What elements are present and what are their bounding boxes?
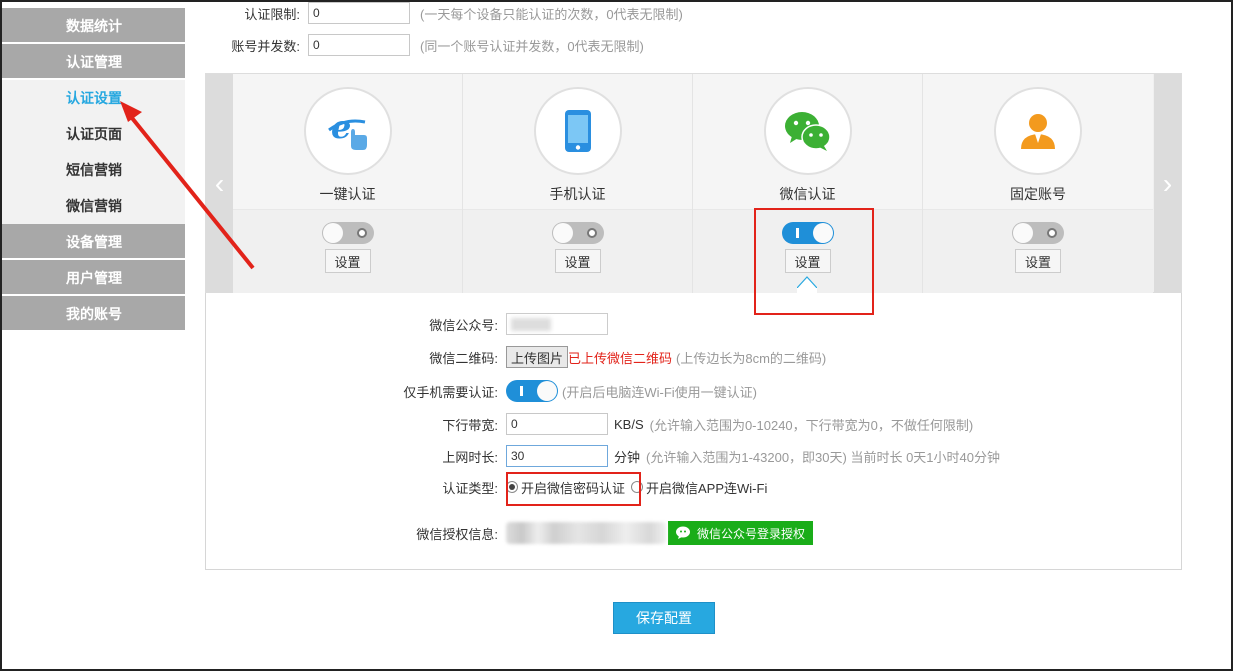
sidebar: 数据统计 认证管理 认证设置 认证页面 短信营销 微信营销 设备管理 用户管理 … — [2, 8, 185, 332]
auth-limit-hint: (一天每个设备只能认证的次数，0代表无限制) — [420, 6, 683, 22]
phone-icon — [533, 87, 622, 175]
sidebar-item-sms-marketing[interactable]: 短信营销 — [2, 152, 185, 188]
official-account-input[interactable] — [506, 313, 608, 335]
sidebar-item-auth-settings[interactable]: 认证设置 — [2, 80, 185, 116]
carousel-prev-button[interactable]: ‹ — [206, 74, 233, 293]
wechat-toggle[interactable] — [781, 222, 834, 244]
card-title-one-click: 一键认证 — [319, 186, 376, 202]
online-time-row: 上网时长: 分钟 (允许输入范围为1-43200，即30天) 当前时长 0天1小… — [206, 444, 1000, 468]
concurrency-input[interactable] — [308, 34, 410, 56]
authorization-info — [506, 522, 666, 544]
wechat-icon-small — [676, 526, 690, 539]
auth-limit-row: 认证限制: (一天每个设备只能认证的次数，0代表无限制) — [200, 1, 683, 25]
one-click-settings-button[interactable]: 设置 — [324, 249, 371, 273]
selected-caret-icon — [797, 276, 817, 293]
bandwidth-unit: KB/S — [614, 416, 644, 432]
mobile-only-hint: (开启后电脑连Wi-Fi使用一键认证) — [562, 384, 757, 400]
online-time-unit: 分钟 — [614, 449, 641, 465]
card-title-wechat: 微信认证 — [779, 186, 836, 202]
fixed-account-toggle[interactable] — [1012, 222, 1064, 244]
auth-type-option-password[interactable]: 开启微信密码认证 — [506, 478, 625, 497]
auth-type-label: 认证类型: — [442, 480, 498, 496]
auth-card-phone: 手机认证 设置 — [463, 74, 693, 293]
wechat-login-authorize-button[interactable]: 微信公众号登录授权 — [668, 521, 814, 545]
auth-card-one-click: e 一键认证 设置 — [233, 74, 463, 293]
mobile-only-toggle[interactable] — [506, 380, 558, 402]
nav-group-account[interactable]: 我的账号 — [2, 296, 185, 332]
one-click-toggle[interactable] — [321, 222, 374, 244]
carousel-next-button[interactable]: › — [1154, 74, 1181, 293]
qr-label: 微信二维码: — [429, 350, 498, 366]
sidebar-item-wechat-marketing[interactable]: 微信营销 — [2, 188, 185, 224]
sidebar-item-auth-page[interactable]: 认证页面 — [2, 116, 185, 152]
qr-hint: (上传边长为8cm的二维码) — [676, 350, 827, 366]
mobile-only-row: 仅手机需要认证: (开启后电脑连Wi-Fi使用一键认证) — [206, 379, 757, 403]
online-time-hint: (允许输入范围为1-43200，即30天) 当前时长 0天1小时40分钟 — [646, 449, 1000, 465]
mobile-only-label: 仅手机需要认证: — [403, 384, 498, 400]
online-time-input[interactable] — [506, 445, 608, 467]
card-title-phone: 手机认证 — [549, 186, 606, 202]
authorization-row: 微信授权信息: 微信公众号登录授权 — [206, 521, 814, 545]
auth-card-wechat: 微信认证 设置 — [693, 74, 923, 293]
auth-card-fixed-account: 固定账号 设置 — [923, 74, 1153, 293]
nav-group-user[interactable]: 用户管理 — [2, 260, 185, 296]
auth-submenu: 认证设置 认证页面 短信营销 微信营销 — [2, 80, 185, 224]
authorization-label: 微信授权信息: — [416, 526, 498, 542]
auth-limit-label: 认证限制: — [244, 6, 300, 22]
concurrency-hint: (同一个账号认证并发数，0代表无限制) — [420, 38, 644, 54]
save-config-button[interactable]: 保存配置 — [613, 602, 715, 634]
official-account-label: 微信公众号: — [429, 317, 498, 333]
online-time-label: 上网时长: — [442, 449, 498, 465]
wechat-settings-button[interactable]: 设置 — [784, 249, 831, 273]
ie-click-icon: e — [303, 87, 392, 175]
qr-upload-status: 已上传微信二维码 — [568, 350, 673, 366]
fixed-account-settings-button[interactable]: 设置 — [1015, 249, 1061, 273]
bandwidth-label: 下行带宽: — [442, 417, 498, 433]
radio-checked-icon[interactable] — [506, 481, 518, 493]
nav-group-auth[interactable]: 认证管理 — [2, 44, 185, 80]
wechat-auth-panel: 微信公众号: 微信二维码: 上传图片 已上传微信二维码 (上传边长为8cm的二维… — [205, 293, 1182, 570]
concurrency-label: 账号并发数: — [231, 38, 300, 54]
bandwidth-input[interactable] — [506, 413, 608, 435]
auth-type-option-app[interactable]: 开启微信APP连Wi-Fi — [631, 478, 767, 497]
auth-type-row: 认证类型: 开启微信密码认证 开启微信APP连Wi-Fi — [206, 475, 767, 499]
nav-group-stats[interactable]: 数据统计 — [2, 8, 185, 44]
user-icon — [994, 87, 1082, 175]
wechat-icon — [763, 87, 852, 175]
wechat-login-authorize-label: 微信公众号登录授权 — [697, 526, 806, 541]
card-title-fixed-account: 固定账号 — [1010, 186, 1066, 202]
radio-unchecked-icon[interactable] — [631, 481, 644, 493]
nav-group-device[interactable]: 设备管理 — [2, 224, 185, 260]
bandwidth-row: 下行带宽: KB/S (允许输入范围为0-10240，下行带宽为0，不做任何限制… — [206, 412, 973, 436]
concurrency-row: 账号并发数: (同一个账号认证并发数，0代表无限制) — [200, 33, 644, 57]
qr-row: 微信二维码: 上传图片 已上传微信二维码 (上传边长为8cm的二维码) — [206, 345, 826, 369]
official-account-row: 微信公众号: — [206, 312, 608, 336]
phone-toggle[interactable] — [551, 222, 604, 244]
auth-method-carousel: ‹ › e 一键认证 设置 手机认证 设置 微信认证 设置 固定账号 设置 — [205, 73, 1182, 293]
auth-type-option-password-label: 开启微信密码认证 — [521, 480, 626, 496]
auth-limit-input[interactable] — [308, 2, 410, 24]
phone-settings-button[interactable]: 设置 — [554, 249, 601, 273]
auth-type-option-app-label: 开启微信APP连Wi-Fi — [646, 480, 768, 496]
bandwidth-hint: (允许输入范围为0-10240，下行带宽为0，不做任何限制) — [649, 417, 974, 433]
upload-image-button[interactable]: 上传图片 — [506, 346, 569, 368]
